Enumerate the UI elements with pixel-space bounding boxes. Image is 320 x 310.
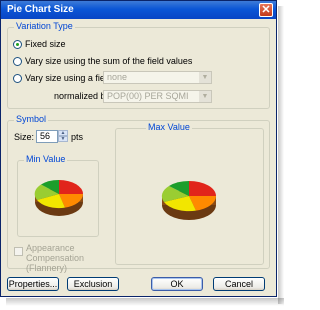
title-bar[interactable]: Pie Chart Size ✕ [1, 1, 276, 19]
normalized-by-select[interactable]: POP(00) PER SQMI ▼ [103, 90, 212, 103]
size-input[interactable]: 56 [36, 130, 58, 143]
size-label: Size: [14, 132, 35, 142]
variation-type-legend: Variation Type [14, 21, 75, 31]
pie-chart-size-dialog: Pie Chart Size ✕ Variation Type Fixed si… [0, 0, 277, 297]
ok-button[interactable]: OK [151, 277, 203, 291]
fixed-size-radio[interactable] [13, 40, 22, 49]
vary-field-label[interactable]: Vary size using a field: [25, 73, 114, 83]
window-shadow-bottom [6, 298, 284, 306]
max-pie-preview [161, 181, 217, 220]
window-title: Pie Chart Size [7, 4, 74, 15]
min-pie-preview [34, 179, 84, 216]
vary-sum-label[interactable]: Vary size using the sum of the field val… [25, 56, 192, 66]
chevron-down-icon: ▼ [199, 72, 211, 83]
appearance-compensation-label[interactable]: Appearance Compensation (Flannery) [26, 243, 106, 273]
vary-sum-radio[interactable] [13, 57, 22, 66]
properties-button[interactable]: Properties... [7, 277, 59, 291]
close-button[interactable]: ✕ [259, 3, 273, 17]
variation-type-group: Variation Type Fixed size Vary size usin… [7, 21, 270, 109]
chevron-down-icon: ▼ [199, 91, 211, 102]
min-value-box: Min Value [17, 154, 99, 237]
fixed-size-label[interactable]: Fixed size [25, 39, 66, 49]
cancel-button[interactable]: Cancel [213, 277, 265, 291]
symbol-group: Symbol Size: 56 ▲ ▼ pts Min Value Max Va… [7, 114, 270, 273]
size-unit-label: pts [71, 132, 84, 142]
stepper-down-icon[interactable]: ▼ [58, 136, 68, 142]
vary-field-radio[interactable] [13, 74, 22, 83]
size-stepper[interactable]: ▲ ▼ [58, 130, 68, 143]
field-select[interactable]: none ▼ [103, 71, 212, 84]
field-select-value: none [107, 72, 128, 82]
window-shadow-right [278, 6, 284, 304]
symbol-legend: Symbol [14, 114, 49, 124]
exclusion-button[interactable]: Exclusion [67, 277, 119, 291]
appearance-compensation-checkbox[interactable] [14, 247, 23, 256]
normalized-by-value: POP(00) PER SQMI [107, 91, 189, 101]
min-value-legend: Min Value [24, 154, 68, 164]
max-value-box: Max Value [115, 122, 264, 265]
max-value-legend: Max Value [146, 122, 192, 132]
